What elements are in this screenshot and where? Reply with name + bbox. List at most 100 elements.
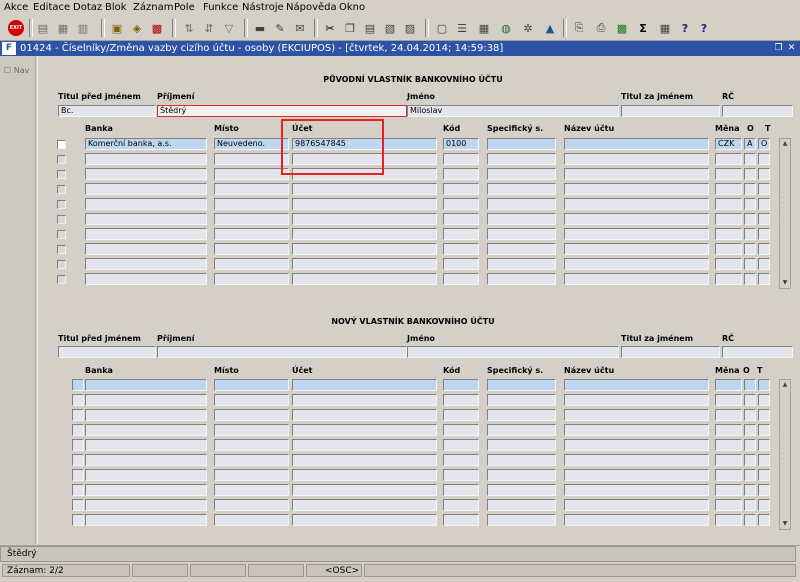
- row-select-checkbox[interactable]: [57, 170, 66, 179]
- row-select-checkbox[interactable]: [57, 185, 66, 194]
- triangle-icon[interactable]: ▲: [541, 19, 559, 37]
- currency-cell[interactable]: [715, 409, 742, 421]
- bank-cell[interactable]: Komerční banka, a.s.: [85, 138, 207, 150]
- menu-napoveda[interactable]: Nápověda: [286, 2, 337, 14]
- t-cell[interactable]: [758, 379, 770, 391]
- currency-cell[interactable]: [715, 168, 742, 180]
- account-name-cell[interactable]: [564, 258, 709, 270]
- sum-icon[interactable]: Σ: [634, 19, 652, 37]
- t-cell[interactable]: [758, 273, 770, 285]
- o-cell[interactable]: [744, 153, 756, 165]
- currency-cell[interactable]: [715, 439, 742, 451]
- export-icon[interactable]: ⎘: [570, 19, 588, 37]
- account-cell[interactable]: [292, 409, 437, 421]
- nav-label[interactable]: ☐ Nav: [4, 66, 29, 75]
- account-cell[interactable]: [292, 484, 437, 496]
- bank-cell[interactable]: [85, 454, 207, 466]
- mail-icon[interactable]: ✉: [291, 19, 309, 37]
- row-marker-cell[interactable]: [72, 424, 84, 436]
- specific-symbol-cell[interactable]: [487, 258, 556, 270]
- code-cell[interactable]: 0100: [443, 138, 479, 150]
- t-cell[interactable]: [758, 409, 770, 421]
- account-cell[interactable]: [292, 243, 437, 255]
- account-cell[interactable]: [292, 514, 437, 526]
- bank-cell[interactable]: [85, 243, 207, 255]
- t-cell[interactable]: [758, 514, 770, 526]
- o-cell[interactable]: [744, 243, 756, 255]
- t-cell[interactable]: [758, 153, 770, 165]
- row-marker-cell[interactable]: [72, 514, 84, 526]
- account-name-cell[interactable]: [564, 183, 709, 195]
- account-name-cell[interactable]: [564, 469, 709, 481]
- bank-cell[interactable]: [85, 168, 207, 180]
- account-cell[interactable]: [292, 439, 437, 451]
- o-cell[interactable]: [744, 258, 756, 270]
- code-cell[interactable]: [443, 168, 479, 180]
- code-cell[interactable]: [443, 273, 479, 285]
- new-rc-field[interactable]: [722, 346, 793, 358]
- row-select-checkbox[interactable]: [57, 260, 66, 269]
- account-name-cell[interactable]: [564, 379, 709, 391]
- filter-icon[interactable]: ▽: [220, 19, 238, 37]
- account-cell[interactable]: [292, 213, 437, 225]
- row-select-checkbox[interactable]: [57, 155, 66, 164]
- row-select-checkbox[interactable]: [57, 215, 66, 224]
- specific-symbol-cell[interactable]: [487, 454, 556, 466]
- account-cell[interactable]: [292, 469, 437, 481]
- row-select-checkbox[interactable]: [57, 140, 66, 149]
- edit-icon[interactable]: ✎: [271, 19, 289, 37]
- bank-cell[interactable]: [85, 273, 207, 285]
- restore-icon[interactable]: ❐: [773, 42, 784, 54]
- t-cell[interactable]: [758, 439, 770, 451]
- account-name-cell[interactable]: [564, 394, 709, 406]
- currency-cell[interactable]: CZK: [715, 138, 742, 150]
- settings-icon[interactable]: ✲: [519, 19, 537, 37]
- o-cell[interactable]: [744, 409, 756, 421]
- row-select-checkbox[interactable]: [57, 200, 66, 209]
- o-cell[interactable]: [744, 454, 756, 466]
- o-cell[interactable]: [744, 198, 756, 210]
- cancel-query-icon[interactable]: ▩: [148, 19, 166, 37]
- t-cell[interactable]: [758, 258, 770, 270]
- account-name-cell[interactable]: [564, 499, 709, 511]
- code-cell[interactable]: [443, 258, 479, 270]
- account-cell[interactable]: [292, 379, 437, 391]
- new-grid-scrollbar[interactable]: ▲ · · · · · · · · ▼: [779, 379, 791, 530]
- place-cell[interactable]: [214, 379, 289, 391]
- account-cell[interactable]: [292, 454, 437, 466]
- currency-cell[interactable]: [715, 469, 742, 481]
- o-cell[interactable]: [744, 213, 756, 225]
- t-cell[interactable]: [758, 484, 770, 496]
- account-name-cell[interactable]: [564, 228, 709, 240]
- account-name-cell[interactable]: [564, 514, 709, 526]
- scroll-up-icon[interactable]: ▲: [780, 139, 790, 149]
- o-cell[interactable]: [744, 379, 756, 391]
- t-cell[interactable]: [758, 499, 770, 511]
- specific-symbol-cell[interactable]: [487, 484, 556, 496]
- code-cell[interactable]: [443, 379, 479, 391]
- place-cell[interactable]: [214, 213, 289, 225]
- specific-symbol-cell[interactable]: [487, 228, 556, 240]
- place-cell[interactable]: [214, 454, 289, 466]
- code-cell[interactable]: [443, 198, 479, 210]
- o-cell[interactable]: [744, 514, 756, 526]
- o-cell[interactable]: A: [744, 138, 756, 150]
- o-cell[interactable]: [744, 484, 756, 496]
- currency-cell[interactable]: [715, 198, 742, 210]
- copy-icon[interactable]: ❐: [341, 19, 359, 37]
- document-icon[interactable]: ▢: [433, 19, 451, 37]
- account-cell[interactable]: [292, 183, 437, 195]
- rc-field[interactable]: [722, 105, 793, 117]
- menu-funkce[interactable]: Funkce: [203, 2, 238, 14]
- menu-pole[interactable]: Pole: [174, 2, 195, 14]
- code-cell[interactable]: [443, 243, 479, 255]
- t-cell[interactable]: [758, 424, 770, 436]
- t-cell[interactable]: [758, 394, 770, 406]
- place-cell[interactable]: [214, 469, 289, 481]
- specific-symbol-cell[interactable]: [487, 213, 556, 225]
- o-cell[interactable]: [744, 228, 756, 240]
- menu-okno[interactable]: Okno: [339, 2, 365, 14]
- bank-cell[interactable]: [85, 499, 207, 511]
- code-cell[interactable]: [443, 409, 479, 421]
- currency-cell[interactable]: [715, 394, 742, 406]
